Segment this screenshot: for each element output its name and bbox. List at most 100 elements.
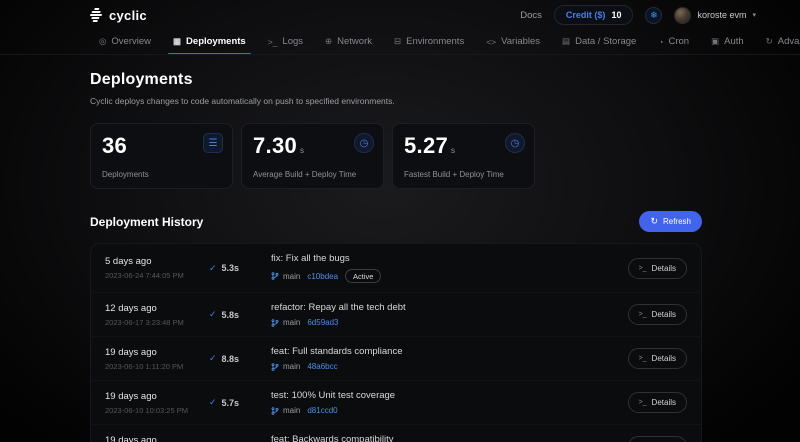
page-title: Deployments bbox=[90, 71, 800, 89]
tab-deployments[interactable]: ▦Deployments bbox=[162, 33, 257, 55]
overview-icon: ◎ bbox=[99, 36, 106, 47]
commit-hash-link[interactable]: d81ccd0 bbox=[307, 406, 337, 415]
credit-label: Credit ($) bbox=[566, 10, 606, 20]
logo-text: cyclic bbox=[109, 8, 147, 23]
commit-hash-link[interactable]: 6d59ad3 bbox=[307, 318, 338, 327]
tab-label: Logs bbox=[282, 36, 303, 47]
commit-message: feat: Backwards compatibility bbox=[271, 434, 628, 442]
deploy-age: 19 days ago bbox=[105, 435, 209, 442]
details-label: Details bbox=[652, 310, 676, 319]
top-bar: cyclic Docs Credit ($) 10 ❄ koroste evm … bbox=[0, 0, 800, 30]
git-branch-icon bbox=[271, 272, 279, 280]
cyclic-logo[interactable]: cyclic bbox=[90, 8, 147, 23]
tab-overview[interactable]: ◎ Overview bbox=[88, 33, 162, 55]
tab-label: Variables bbox=[501, 36, 540, 47]
deployment-history-list: 5 days ago2023-06-24 7:44:05 PM✓5.3sfix:… bbox=[90, 243, 702, 442]
build-duration: 8.8s bbox=[222, 354, 240, 364]
avatar bbox=[674, 7, 691, 24]
git-branch-icon bbox=[271, 363, 279, 371]
git-branch-icon bbox=[271, 319, 279, 327]
credit-value: 10 bbox=[611, 10, 621, 20]
network-icon: ⊕ bbox=[325, 36, 332, 47]
build-duration: 5.3s bbox=[222, 263, 240, 273]
deploy-age: 5 days ago bbox=[105, 256, 209, 267]
branch-name: main bbox=[283, 362, 300, 371]
stat-value: 5.27 bbox=[404, 133, 448, 159]
git-branch-icon bbox=[271, 407, 279, 415]
stat-unit: s bbox=[451, 146, 455, 155]
deployment-row: 12 days ago2023-06-17 3:23:48 PM✓5.8sref… bbox=[91, 293, 701, 337]
tab-advanced[interactable]: ↻Advanced bbox=[755, 33, 800, 55]
details-button[interactable]: >_Details bbox=[628, 436, 687, 442]
environments-icon: ⊟ bbox=[394, 36, 401, 47]
snowflake-icon: ❄ bbox=[650, 10, 658, 21]
deploy-age: 19 days ago bbox=[105, 391, 209, 402]
terminal-prompt-icon: >_ bbox=[639, 265, 647, 272]
success-check-icon: ✓ bbox=[209, 353, 217, 364]
tab-logs[interactable]: >_ Logs bbox=[257, 33, 314, 55]
stat-value: 36 bbox=[102, 133, 127, 159]
active-badge: Active bbox=[345, 269, 381, 283]
credit-button[interactable]: Credit ($) 10 bbox=[554, 5, 634, 25]
refresh-label: Refresh bbox=[663, 217, 691, 226]
tab-variables[interactable]: <> Variables bbox=[475, 33, 551, 55]
refresh-icon: ↻ bbox=[650, 216, 658, 227]
branch-name: main bbox=[283, 272, 300, 281]
build-duration: 5.7s bbox=[222, 398, 240, 408]
stat-unit: s bbox=[300, 146, 304, 155]
success-check-icon: ✓ bbox=[209, 397, 217, 408]
tab-data-storage[interactable]: ▤ Data / Storage bbox=[551, 33, 647, 55]
commit-message: fix: Fix all the bugs bbox=[271, 253, 628, 264]
speedometer-icon: ◷ bbox=[505, 133, 525, 153]
tab-environments[interactable]: ⊟Environments bbox=[383, 33, 475, 55]
deployments-stack-icon: ☰ bbox=[203, 133, 223, 153]
build-duration: 5.8s bbox=[222, 310, 240, 320]
commit-message: feat: Full standards compliance bbox=[271, 346, 628, 357]
deploy-timestamp: 2023-06-24 7:44:05 PM bbox=[105, 271, 209, 280]
stat-card-average-time: 7.30s ◷ Average Build + Deploy Time bbox=[241, 123, 384, 189]
tab-label: Advanced bbox=[778, 36, 800, 47]
refresh-button[interactable]: ↻ Refresh bbox=[639, 211, 702, 232]
success-check-icon: ✓ bbox=[209, 309, 217, 320]
snowflake-button[interactable]: ❄ bbox=[645, 7, 662, 24]
logs-icon: >_ bbox=[268, 37, 278, 47]
tab-network[interactable]: ⊕Network bbox=[314, 33, 383, 55]
commit-message: refactor: Repay all the tech debt bbox=[271, 302, 628, 313]
success-check-icon: ✓ bbox=[209, 263, 217, 274]
terminal-prompt-icon: >_ bbox=[639, 399, 647, 406]
variables-icon: <> bbox=[486, 37, 496, 47]
commit-hash-link[interactable]: c10bdea bbox=[307, 272, 338, 281]
chevron-down-icon: ▾ bbox=[752, 11, 756, 19]
auth-icon: ▣ bbox=[711, 36, 719, 47]
details-button[interactable]: >_Details bbox=[628, 348, 687, 369]
branch-name: main bbox=[283, 406, 300, 415]
cron-icon: ◔ bbox=[658, 37, 663, 47]
details-button[interactable]: >_ Details bbox=[628, 258, 687, 279]
commit-hash-link[interactable]: 48a6bcc bbox=[307, 362, 337, 371]
tab-label: Overview bbox=[111, 36, 151, 47]
stat-label: Fastest Build + Deploy Time bbox=[404, 170, 504, 179]
branch-name: main bbox=[283, 318, 300, 327]
tab-label: Auth bbox=[724, 36, 744, 47]
details-button[interactable]: >_Details bbox=[628, 304, 687, 325]
deployment-row: 5 days ago 2023-06-24 7:44:05 PM✓ 5.3s fix:… bbox=[91, 244, 701, 293]
details-button[interactable]: >_ Details bbox=[628, 392, 687, 413]
data-storage-icon: ▤ bbox=[562, 36, 570, 47]
page-subtitle: Cyclic deploys changes to code automatic… bbox=[90, 96, 800, 106]
tab-label: Deployments bbox=[186, 36, 246, 47]
stat-label: Average Build + Deploy Time bbox=[253, 170, 356, 179]
deploy-timestamp: 2023-06-10 1:11:20 PM bbox=[105, 362, 209, 371]
tab-auth[interactable]: ▣ Auth bbox=[700, 33, 755, 55]
details-label: Details bbox=[652, 398, 676, 407]
stat-label: Deployments bbox=[102, 170, 149, 179]
nav-tabs: ◎ Overview ▦Deployments >_ Logs ⊕Network⊟Envi… bbox=[0, 30, 800, 55]
deploy-age: 19 days ago bbox=[105, 347, 209, 358]
stat-cards: 36 ☰ Deployments 7.30s ◷ Average Build +… bbox=[90, 123, 800, 189]
tab-label: Data / Storage bbox=[575, 36, 636, 47]
deployment-row: 19 days ago2023-06-10 10:17:39 AM✓7.6sfe… bbox=[91, 425, 701, 442]
details-label: Details bbox=[652, 264, 676, 273]
tab-cron[interactable]: ◔Cron bbox=[647, 33, 700, 55]
docs-link[interactable]: Docs bbox=[520, 10, 542, 21]
history-title: Deployment History bbox=[90, 215, 203, 229]
user-menu[interactable]: koroste evm ▾ bbox=[674, 7, 756, 24]
